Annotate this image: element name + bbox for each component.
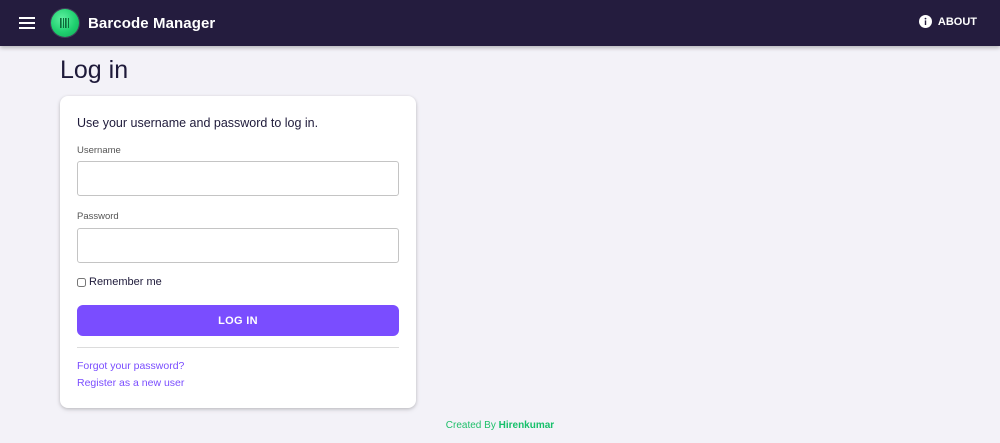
remember-me[interactable]: Remember me [77,276,162,288]
password-label: Password [77,211,119,222]
page-title: Log in [60,56,129,84]
password-input[interactable] [77,228,399,263]
info-icon [918,15,932,28]
remember-me-checkbox[interactable] [77,277,86,287]
app-title[interactable]: Barcode Manager [88,15,215,32]
footer: Created By Hirenkumar [0,420,1000,431]
username-label: Username [77,145,121,156]
username-input[interactable] [77,161,399,196]
remember-me-label: Remember me [89,276,162,288]
login-card: Use your username and password to log in… [60,96,416,408]
register-link[interactable]: Register as a new user [77,377,184,389]
app-bar: Barcode Manager ABOUT [0,0,1000,46]
hamburger-menu-icon[interactable] [16,12,38,34]
login-intro-text: Use your username and password to log in… [77,116,319,130]
barcode-logo-icon[interactable] [51,9,79,37]
login-button[interactable]: LOG IN [77,305,399,336]
forgot-password-link[interactable]: Forgot your password? [77,360,184,372]
footer-prefix: Created By [445,420,496,431]
footer-author[interactable]: Hirenkumar [499,420,555,431]
divider [77,347,399,348]
about-button[interactable]: ABOUT [918,15,977,28]
about-label: ABOUT [937,15,977,28]
